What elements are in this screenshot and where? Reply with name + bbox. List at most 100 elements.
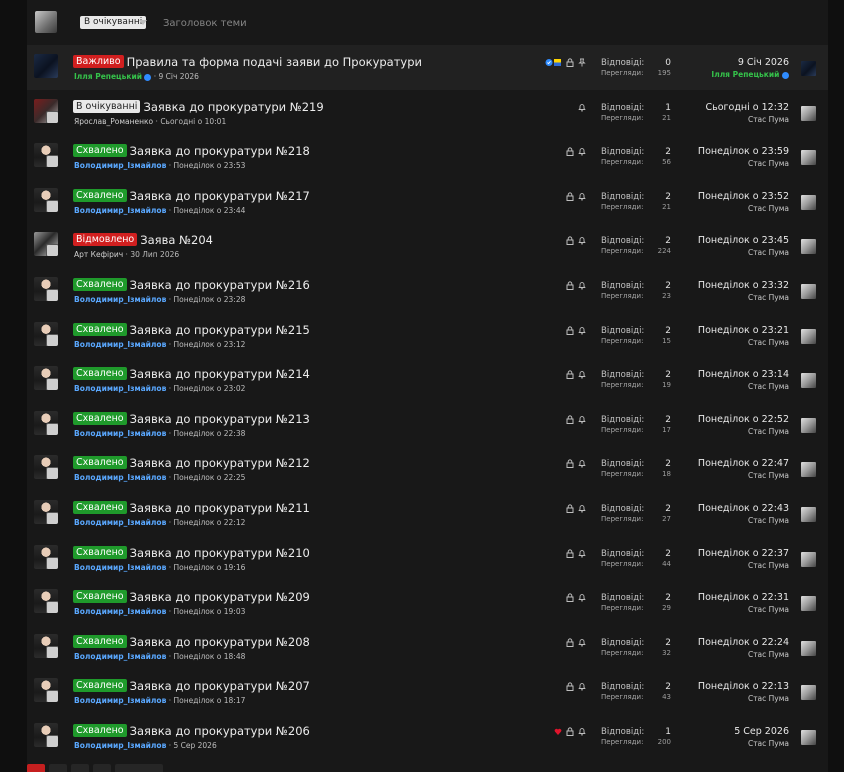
latest-post-date[interactable]: Понеділок о 22:52 <box>659 414 789 426</box>
latest-post-user-name[interactable]: Стас Пума <box>748 248 789 257</box>
thread-title-link[interactable]: Заявка до прокуратури №213 <box>130 412 310 426</box>
avatar[interactable] <box>34 321 58 346</box>
thread-date[interactable]: Понеділок о 19:03 <box>173 607 245 616</box>
thread-author[interactable]: Володимир_Ізмайлов <box>74 741 166 750</box>
avatar[interactable] <box>34 187 58 212</box>
avatar[interactable] <box>34 500 58 524</box>
thread-date[interactable]: 9 Січ 2026 <box>159 72 199 81</box>
thread-author[interactable]: Володимир_Ізмайлов <box>74 161 166 170</box>
latest-post-date[interactable]: Понеділок о 22:43 <box>659 503 789 515</box>
avatar[interactable] <box>34 143 58 168</box>
thread-date[interactable]: 5 Сер 2026 <box>173 741 216 750</box>
latest-post-avatar[interactable] <box>801 640 816 656</box>
thread-prefix[interactable]: Схвалено <box>73 679 127 693</box>
thread-author[interactable]: Володимир_Ізмайлов <box>74 429 166 438</box>
latest-post-user-name[interactable]: Ілля Репецький <box>711 70 779 79</box>
latest-post-user[interactable]: Стас Пума <box>659 515 789 526</box>
avatar[interactable] <box>34 232 58 257</box>
page-button[interactable] <box>49 764 67 772</box>
thread-title-link[interactable]: Заявка до прокуратури №218 <box>130 144 310 158</box>
thread-prefix[interactable]: Схвалено <box>73 367 127 381</box>
latest-post-user[interactable]: Стас Пума <box>659 381 789 392</box>
latest-post-user[interactable]: Стас Пума <box>659 693 789 704</box>
latest-post-avatar[interactable] <box>801 551 816 567</box>
thread-row[interactable]: Схвалено Заявка до прокуратури №218 Волод… <box>27 134 828 179</box>
latest-post-date[interactable]: Понеділок о 23:45 <box>659 235 789 247</box>
latest-post-avatar[interactable] <box>801 328 816 344</box>
latest-post-date[interactable]: Понеділок о 23:52 <box>659 191 789 203</box>
thread-author[interactable]: Ярослав_Романенко <box>74 117 153 126</box>
latest-post-user[interactable]: Ілля Репецький <box>659 69 789 80</box>
latest-post-user-name[interactable]: Стас Пума <box>748 204 789 213</box>
avatar[interactable] <box>34 678 58 703</box>
thread-date[interactable]: Понеділок о 23:12 <box>173 340 245 349</box>
avatar[interactable] <box>34 98 58 123</box>
thread-row[interactable]: Схвалено Заявка до прокуратури №209 Волод… <box>27 580 828 625</box>
thread-date[interactable]: Понеділок о 23:28 <box>173 295 245 304</box>
latest-post-avatar[interactable] <box>801 61 816 76</box>
avatar[interactable] <box>34 633 58 658</box>
thread-prefix[interactable]: Схвалено <box>73 724 127 737</box>
thread-prefix[interactable]: Відмовлено <box>73 233 138 247</box>
thread-prefix[interactable]: Схвалено <box>73 501 127 514</box>
thread-row[interactable]: Схвалено Заявка до прокуратури №213 Волод… <box>27 401 828 446</box>
latest-post-date[interactable]: Понеділок о 22:24 <box>659 637 789 649</box>
latest-post-avatar[interactable] <box>801 194 816 210</box>
thread-prefix[interactable]: Важливо <box>73 55 124 68</box>
page-button[interactable] <box>93 764 111 772</box>
thread-date[interactable]: Понеділок о 22:25 <box>173 473 245 482</box>
latest-post-user[interactable]: Стас Пума <box>659 337 789 348</box>
latest-post-user[interactable]: Стас Пума <box>659 114 789 125</box>
thread-date[interactable]: Понеділок о 23:44 <box>173 206 245 215</box>
latest-post-date[interactable]: 5 Сер 2026 <box>659 726 789 738</box>
latest-post-user[interactable]: Стас Пума <box>659 604 789 615</box>
latest-post-date[interactable]: Понеділок о 22:13 <box>659 681 789 693</box>
avatar[interactable] <box>34 589 58 614</box>
thread-prefix[interactable]: Схвалено <box>73 278 127 291</box>
thread-title-link[interactable]: Заявка до прокуратури №214 <box>130 367 310 381</box>
thread-title-link[interactable]: Заявка до прокуратури №219 <box>143 100 323 114</box>
latest-post-user[interactable]: Стас Пума <box>659 203 789 214</box>
thread-title-link[interactable]: Заявка до прокуратури №212 <box>130 456 310 470</box>
thread-prefix[interactable]: Схвалено <box>73 411 127 425</box>
thread-title-input[interactable] <box>161 12 465 34</box>
thread-date[interactable]: Понеділок о 23:53 <box>173 161 245 170</box>
latest-post-avatar[interactable] <box>801 239 816 255</box>
thread-row[interactable]: Схвалено Заявка до прокуратури №215 Волод… <box>27 312 828 357</box>
thread-row[interactable]: Схвалено Заявка до прокуратури №208 Волод… <box>27 624 828 669</box>
thread-title-link[interactable]: Заявка до прокуратури №217 <box>130 189 310 203</box>
latest-post-user[interactable]: Стас Пума <box>659 426 789 437</box>
thread-prefix[interactable]: В очікуванні <box>73 99 141 113</box>
thread-date[interactable]: Понеділок о 19:16 <box>173 563 245 572</box>
latest-post-date[interactable]: 9 Січ 2026 <box>659 57 789 69</box>
latest-post-user-name[interactable]: Стас Пума <box>748 159 789 168</box>
latest-post-user-name[interactable]: Стас Пума <box>748 650 789 659</box>
page-next-button[interactable] <box>115 764 163 772</box>
thread-row[interactable]: Схвалено Заявка до прокуратури №216 Волод… <box>27 268 828 312</box>
thread-row[interactable]: Схвалено Заявка до прокуратури №212 Волод… <box>27 446 828 491</box>
page-button-current[interactable] <box>27 764 45 772</box>
thread-date[interactable]: Понеділок о 18:48 <box>173 652 245 661</box>
prefix-filter-selector[interactable]: В очікуванні <box>80 16 147 29</box>
thread-title-link[interactable]: Заявка до прокуратури №209 <box>130 590 310 604</box>
avatar[interactable] <box>34 723 58 747</box>
thread-prefix[interactable]: Схвалено <box>73 456 127 470</box>
thread-author[interactable]: Володимир_Ізмайлов <box>74 696 166 705</box>
thread-author[interactable]: Арт Кефірич <box>74 250 123 259</box>
latest-post-user-name[interactable]: Стас Пума <box>748 471 789 480</box>
avatar[interactable] <box>34 277 58 301</box>
latest-post-user-name[interactable]: Стас Пума <box>748 382 789 391</box>
thread-author[interactable]: Ілля Репецький <box>74 72 142 81</box>
thread-title-link[interactable]: Правила та форма подачі заяви до Прокура… <box>127 55 422 69</box>
avatar[interactable] <box>34 366 58 391</box>
thread-date[interactable]: Понеділок о 22:38 <box>173 429 245 438</box>
thread-author[interactable]: Володимир_Ізмайлов <box>74 384 166 393</box>
latest-post-user-name[interactable]: Стас Пума <box>748 115 789 124</box>
latest-post-user-name[interactable]: Стас Пума <box>748 427 789 436</box>
latest-post-user[interactable]: Стас Пума <box>659 649 789 660</box>
avatar[interactable] <box>34 54 58 78</box>
latest-post-date[interactable]: Понеділок о 22:47 <box>659 458 789 470</box>
thread-author[interactable]: Володимир_Ізмайлов <box>74 295 166 304</box>
thread-row[interactable]: Схвалено Заявка до прокуратури №210 Волод… <box>27 535 828 580</box>
page-button[interactable] <box>71 764 89 772</box>
